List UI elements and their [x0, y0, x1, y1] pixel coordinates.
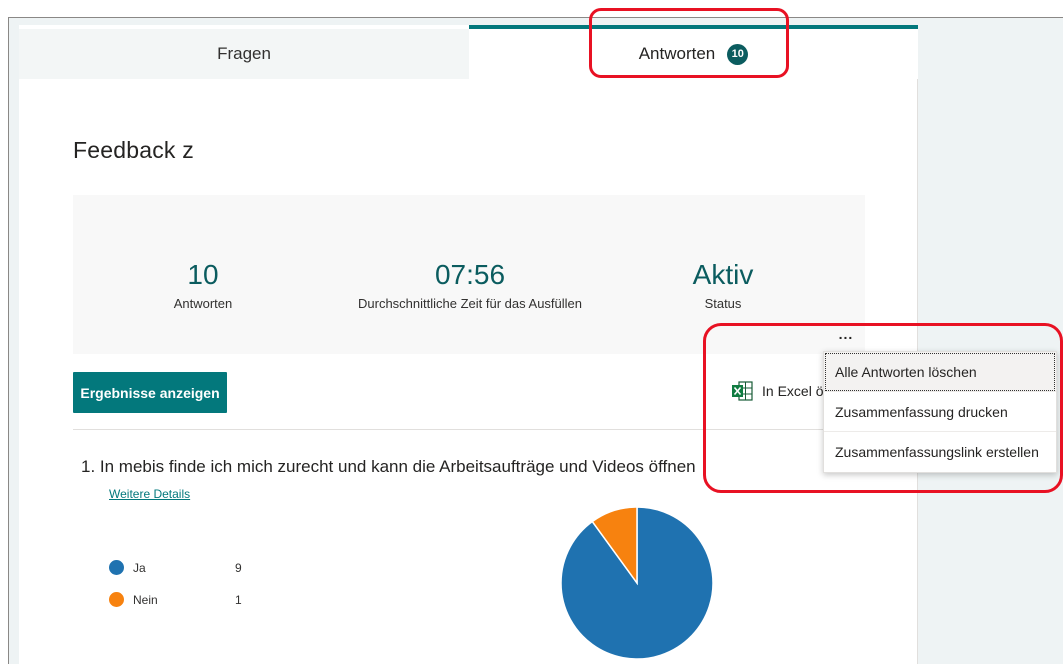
stat-label: Status [704, 296, 742, 311]
stat-label: Durchschnittliche Zeit für das Ausfüllen [358, 296, 582, 311]
tab-questions-label: Fragen [217, 44, 271, 63]
legend-count: 9 [235, 561, 242, 575]
legend-swatch [109, 560, 124, 575]
legend-swatch [109, 592, 124, 607]
legend-label: Ja [133, 560, 146, 575]
question-title: 1. In mebis finde ich mich zurecht und k… [81, 457, 696, 476]
more-details-link[interactable]: Weitere Details [109, 487, 190, 501]
stat-responses: 10 Antworten [133, 259, 273, 311]
highlight-annotation-menu [703, 323, 1063, 493]
stat-value: 07:56 [434, 259, 506, 290]
tab-questions[interactable]: Fragen [19, 29, 469, 79]
legend-count: 1 [235, 593, 242, 607]
stat-value: Aktiv [692, 259, 754, 290]
stat-value: 10 [187, 259, 219, 290]
stat-status: Aktiv Status [653, 259, 793, 311]
view-results-button[interactable]: Ergebnisse anzeigen [73, 372, 227, 413]
legend-label: Nein [133, 592, 158, 607]
stat-label: Antworten [173, 296, 233, 311]
legend-item-nein: Nein [109, 592, 158, 607]
stat-average-time: 07:56 Durchschnittliche Zeit für das Aus… [313, 259, 627, 311]
form-title: Feedback z [73, 137, 194, 163]
pie-chart [560, 506, 714, 660]
highlight-annotation-tab [589, 8, 789, 78]
legend-item-ja: Ja [109, 560, 146, 575]
